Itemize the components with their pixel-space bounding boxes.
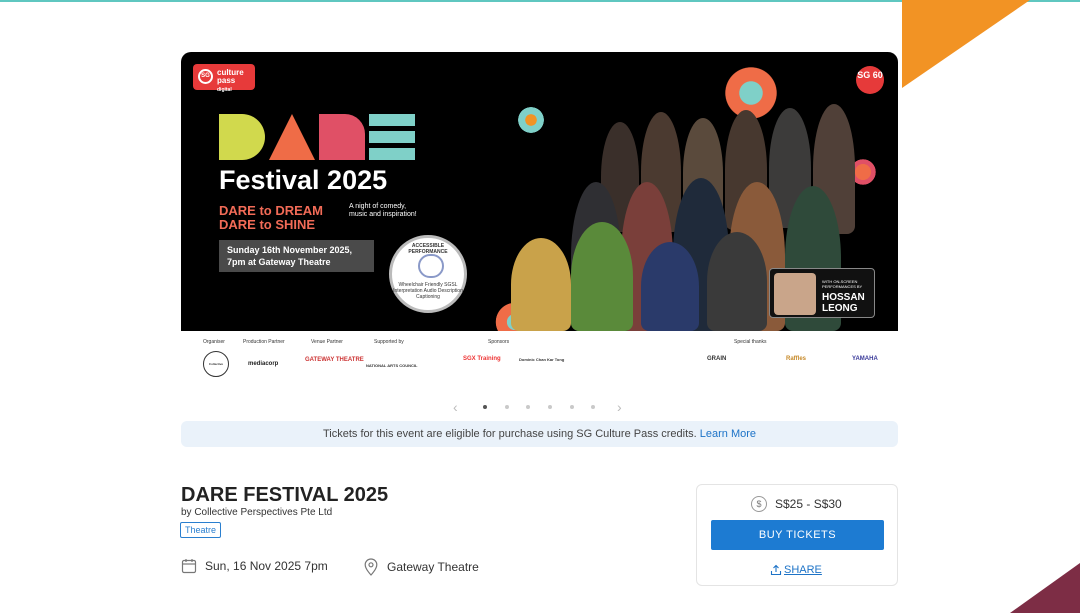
- label-supported-by: Supported by: [374, 339, 404, 345]
- learn-more-link[interactable]: Learn More: [700, 428, 756, 440]
- label-production-partner: Production Partner: [243, 339, 285, 345]
- label-organiser: Organiser: [203, 339, 225, 345]
- accessible-title: ACCESSIBLE PERFORMANCE: [408, 243, 448, 255]
- carousel-dot[interactable]: [591, 405, 595, 409]
- mediacorp-logo: mediacorp: [248, 361, 279, 367]
- carousel-dot[interactable]: [483, 405, 487, 409]
- poster-tagline: A night of comedy, music and inspiration…: [349, 203, 417, 218]
- carousel-prev-button[interactable]: ‹: [453, 400, 458, 414]
- share-icon: [770, 564, 782, 576]
- event-venue: Gateway Theatre: [363, 558, 479, 576]
- poster-date-box: Sunday 16th November 2025, 7pm at Gatewa…: [219, 240, 374, 272]
- dare-logo-art: [219, 114, 415, 160]
- poster-dream-text: DARE to DREAM DARE to SHINE: [219, 204, 323, 232]
- price-text: S$25 - S$30: [775, 497, 842, 511]
- label-special-thanks: Special thanks: [734, 339, 767, 345]
- calendar-icon: [181, 559, 197, 574]
- price-coin-icon: $: [751, 496, 767, 512]
- collective-perspectives-logo: Collective Perspectives: [203, 351, 229, 377]
- sponsor-strip: Organiser Production Partner Venue Partn…: [181, 331, 898, 380]
- buy-tickets-button[interactable]: BUY TICKETS: [711, 520, 884, 550]
- hossan-leong-card: WITH ON-SCREEN PERFORMANCES BY HOSSAN LE…: [769, 268, 875, 318]
- gateway-theatre-logo: GATEWAY THEATRE: [305, 357, 364, 363]
- carousel-next-button[interactable]: ›: [617, 400, 622, 414]
- carousel-dot[interactable]: [548, 405, 552, 409]
- dominic-chan-logo: Dominic Chan Kar Tong: [519, 357, 565, 362]
- price-range: $ S$25 - S$30: [751, 496, 842, 512]
- event-venue-text: Gateway Theatre: [387, 560, 479, 574]
- share-label: SHARE: [784, 564, 822, 576]
- yamaha-logo: YAMAHA: [852, 356, 878, 362]
- ticket-card: $ S$25 - S$30 BUY TICKETS SHARE: [696, 484, 898, 586]
- accessible-subtitle: Wheelchair Friendly SGSL Interpretation …: [393, 282, 463, 300]
- poster-dream-line-1: DARE to DREAM: [219, 203, 323, 218]
- grain-logo: GRAIN: [707, 356, 727, 362]
- culture-pass-logo-text: culture pass: [217, 68, 244, 85]
- accessibility-icon: [418, 254, 444, 278]
- label-venue-partner: Venue Partner: [311, 339, 343, 345]
- category-tag[interactable]: Theatre: [180, 522, 222, 538]
- location-pin-icon: [364, 558, 378, 576]
- carousel-dot[interactable]: [570, 405, 574, 409]
- event-date: Sun, 16 Nov 2025 7pm: [181, 558, 328, 574]
- share-link[interactable]: SHARE: [770, 564, 822, 576]
- poster-date-line-1: Sunday 16th November 2025,: [227, 245, 353, 255]
- nac-logo: NATIONAL ARTS COUNCIL: [366, 363, 418, 368]
- hossan-photo: [774, 273, 816, 315]
- poster-date-line-2: 7pm at Gateway Theatre: [227, 257, 331, 267]
- culture-pass-logo: SG culture pass digital: [193, 64, 255, 93]
- carousel-dot[interactable]: [526, 405, 530, 409]
- corner-decoration-orange: [902, 0, 1030, 88]
- poster-festival-title: Festival 2025: [219, 165, 388, 195]
- corner-decoration-maroon: [1010, 563, 1080, 613]
- hossan-name-line-1: HOSSAN: [822, 292, 865, 303]
- poster-dream-line-2: DARE to SHINE: [219, 217, 316, 232]
- label-sponsors: Sponsors: [488, 339, 510, 345]
- accessible-performance-badge: ACCESSIBLE PERFORMANCE Wheelchair Friend…: [389, 235, 467, 313]
- culture-pass-notice: Tickets for this event are eligible for …: [181, 421, 898, 447]
- culture-pass-logo-sub: digital: [217, 87, 232, 93]
- event-title: DARE FESTIVAL 2025: [181, 484, 389, 506]
- sgx-training-logo: SGX Training: [463, 356, 501, 362]
- notice-text: Tickets for this event are eligible for …: [322, 428, 697, 440]
- raffles-logo: Raffles: [786, 356, 807, 362]
- event-date-text: Sun, 16 Nov 2025 7pm: [205, 559, 328, 573]
- event-banner[interactable]: SG culture pass digital SG 60 Festival 2…: [181, 52, 898, 380]
- carousel-dot[interactable]: [505, 405, 509, 409]
- carousel-controls: ‹ ›: [453, 400, 628, 414]
- event-poster: SG culture pass digital SG 60 Festival 2…: [181, 52, 898, 350]
- hossan-label: WITH ON-SCREEN PERFORMANCES BY: [822, 279, 863, 289]
- event-organizer: by Collective Perspectives Pte Ltd: [181, 507, 333, 518]
- hossan-name-line-2: LEONG: [822, 303, 858, 314]
